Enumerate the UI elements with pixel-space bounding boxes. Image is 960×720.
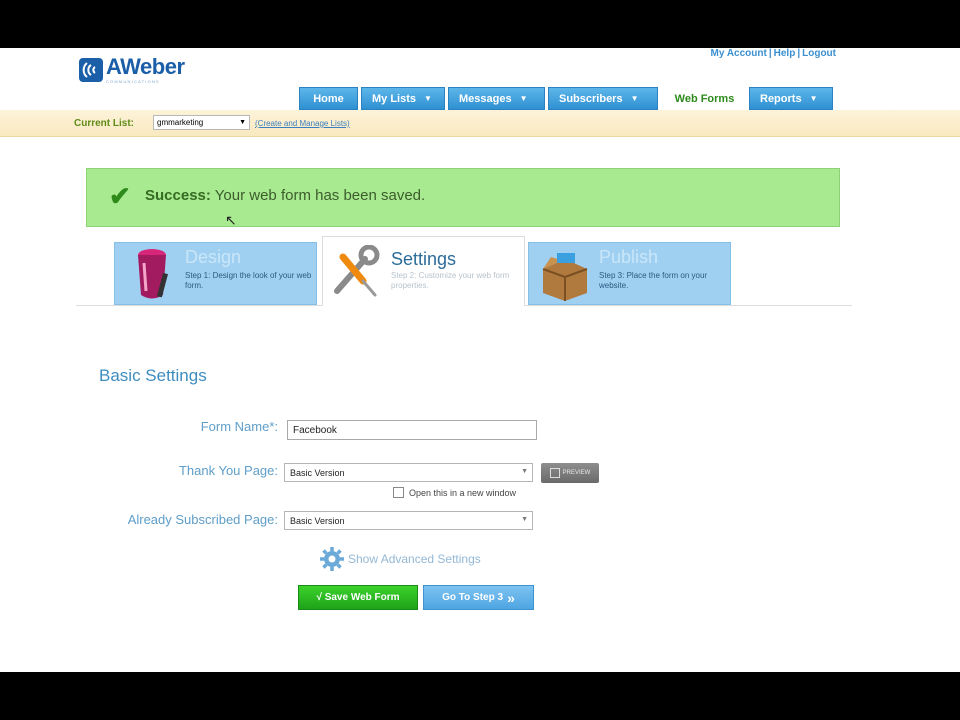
chevron-down-icon: ▼: [630, 94, 639, 103]
tab-publish-title: Publish: [599, 247, 659, 267]
tab-publish-desc: Step 3: Place the form on your website.: [599, 271, 708, 290]
tab-publish[interactable]: Publish Step 3: Place the form on your w…: [528, 242, 731, 305]
chevron-down-icon: ▼: [519, 94, 528, 103]
form-name-input[interactable]: [287, 420, 537, 440]
chevron-down-icon: ▼: [809, 94, 818, 103]
current-list-value: gmmarketing: [157, 118, 204, 127]
nav-web-forms[interactable]: Web Forms: [661, 87, 748, 110]
logo-text: AWeber COMMUNICATIONS: [106, 54, 185, 85]
new-window-option: Open this in a new window: [393, 487, 516, 498]
my-account-link[interactable]: My Account: [711, 48, 767, 59]
new-window-label: Open this in a new window: [409, 487, 517, 498]
aweber-logo[interactable]: AWeber COMMUNICATIONS: [78, 56, 185, 84]
nav-my-lists[interactable]: My Lists ▼: [361, 87, 445, 110]
checkmark-icon: ✔: [109, 181, 131, 211]
mouse-cursor-icon: ↖: [225, 212, 237, 228]
new-window-checkbox[interactable]: [393, 487, 404, 498]
go-to-step-3-label: Go To Step 3: [442, 592, 504, 603]
thank-you-page-value: Basic Version: [290, 468, 345, 478]
preview-label: PREVIEW: [562, 470, 591, 476]
logo-word: AWeber: [106, 54, 185, 79]
tab-settings-title: Settings: [391, 249, 457, 269]
current-list-select[interactable]: gmmarketing ▼: [153, 115, 250, 130]
nav-messages[interactable]: Messages ▼: [448, 87, 545, 110]
tab-settings-desc: Step 2: Customize your web form properti…: [391, 271, 510, 290]
success-title: Success:: [145, 187, 211, 204]
nav-my-lists-label: My Lists: [372, 92, 417, 105]
app-viewport: My Account | Help | Logout AWeber COMMUNICAT…: [0, 48, 960, 672]
go-to-step-3-button[interactable]: Go To Step 3 »: [423, 585, 534, 610]
success-message: Success: Your web form has been saved.: [145, 187, 425, 204]
save-web-form-label: √ Save Web Form: [316, 592, 400, 603]
double-chevron-right-icon: »: [507, 589, 515, 606]
nav-web-forms-label: Web Forms: [674, 92, 735, 105]
wrench-screwdriver-icon: [334, 245, 380, 297]
save-web-form-button[interactable]: √ Save Web Form: [298, 585, 418, 610]
paint-bucket-icon: [138, 249, 169, 299]
basic-settings-heading: Basic Settings: [99, 366, 207, 385]
box-icon: [542, 253, 588, 301]
toplink-separator: |: [768, 48, 772, 59]
success-text: Your web form has been saved.: [214, 187, 426, 204]
preview-icon: [549, 468, 560, 478]
already-subscribed-select[interactable]: Basic Version ▼: [284, 511, 533, 530]
current-list-label: Current List:: [74, 118, 134, 129]
manage-lists-link[interactable]: (Create and Manage Lists): [255, 119, 350, 128]
help-link[interactable]: Help: [774, 48, 796, 59]
gear-icon: [320, 547, 344, 571]
step-tabs: Design Step 1: Design the look of your w…: [76, 236, 854, 326]
aweber-logo-icon: [79, 58, 103, 82]
show-advanced-settings-label: Show Advanced Settings: [348, 552, 481, 566]
tab-design-title: Design: [185, 247, 242, 267]
preview-button[interactable]: PREVIEW: [541, 463, 599, 483]
chevron-down-icon: ▼: [239, 119, 246, 126]
thank-you-page-select[interactable]: Basic Version ▼: [284, 463, 533, 482]
chevron-down-icon: ▼: [521, 468, 528, 475]
logout-link[interactable]: Logout: [802, 48, 836, 59]
current-list-bar: Current List: gmmarketing ▼ (Create and …: [0, 110, 960, 137]
logo-subtitle: COMMUNICATIONS: [106, 79, 160, 84]
nav-messages-label: Messages: [459, 92, 512, 105]
nav-home[interactable]: Home: [299, 87, 358, 110]
already-subscribed-value: Basic Version: [290, 516, 345, 526]
nav-subscribers[interactable]: Subscribers ▼: [548, 87, 658, 110]
nav-reports[interactable]: Reports ▼: [749, 87, 833, 110]
chevron-down-icon: ▼: [424, 94, 432, 103]
main-nav: Home My Lists ▼ Messages ▼ Subscribers ▼ We…: [299, 87, 836, 110]
account-links: My Account | Help | Logout: [711, 48, 836, 59]
form-name-label: Form Name*:: [200, 419, 278, 434]
tab-design-desc: Step 1: Design the look of your web form…: [185, 271, 312, 290]
thank-you-page-label: Thank You Page:: [178, 463, 278, 478]
already-subscribed-label: Already Subscribed Page:: [127, 512, 278, 527]
nav-home-label: Home: [313, 92, 344, 105]
tab-settings[interactable]: Settings Step 2: Customize your web form…: [322, 236, 525, 306]
success-alert: ✔ Success: Your web form has been saved.: [86, 168, 840, 227]
chevron-down-icon: ▼: [521, 516, 528, 523]
nav-reports-label: Reports: [760, 92, 802, 105]
show-advanced-settings[interactable]: Show Advanced Settings: [319, 546, 481, 572]
nav-subscribers-label: Subscribers: [559, 92, 623, 105]
tab-design[interactable]: Design Step 1: Design the look of your w…: [114, 242, 317, 305]
